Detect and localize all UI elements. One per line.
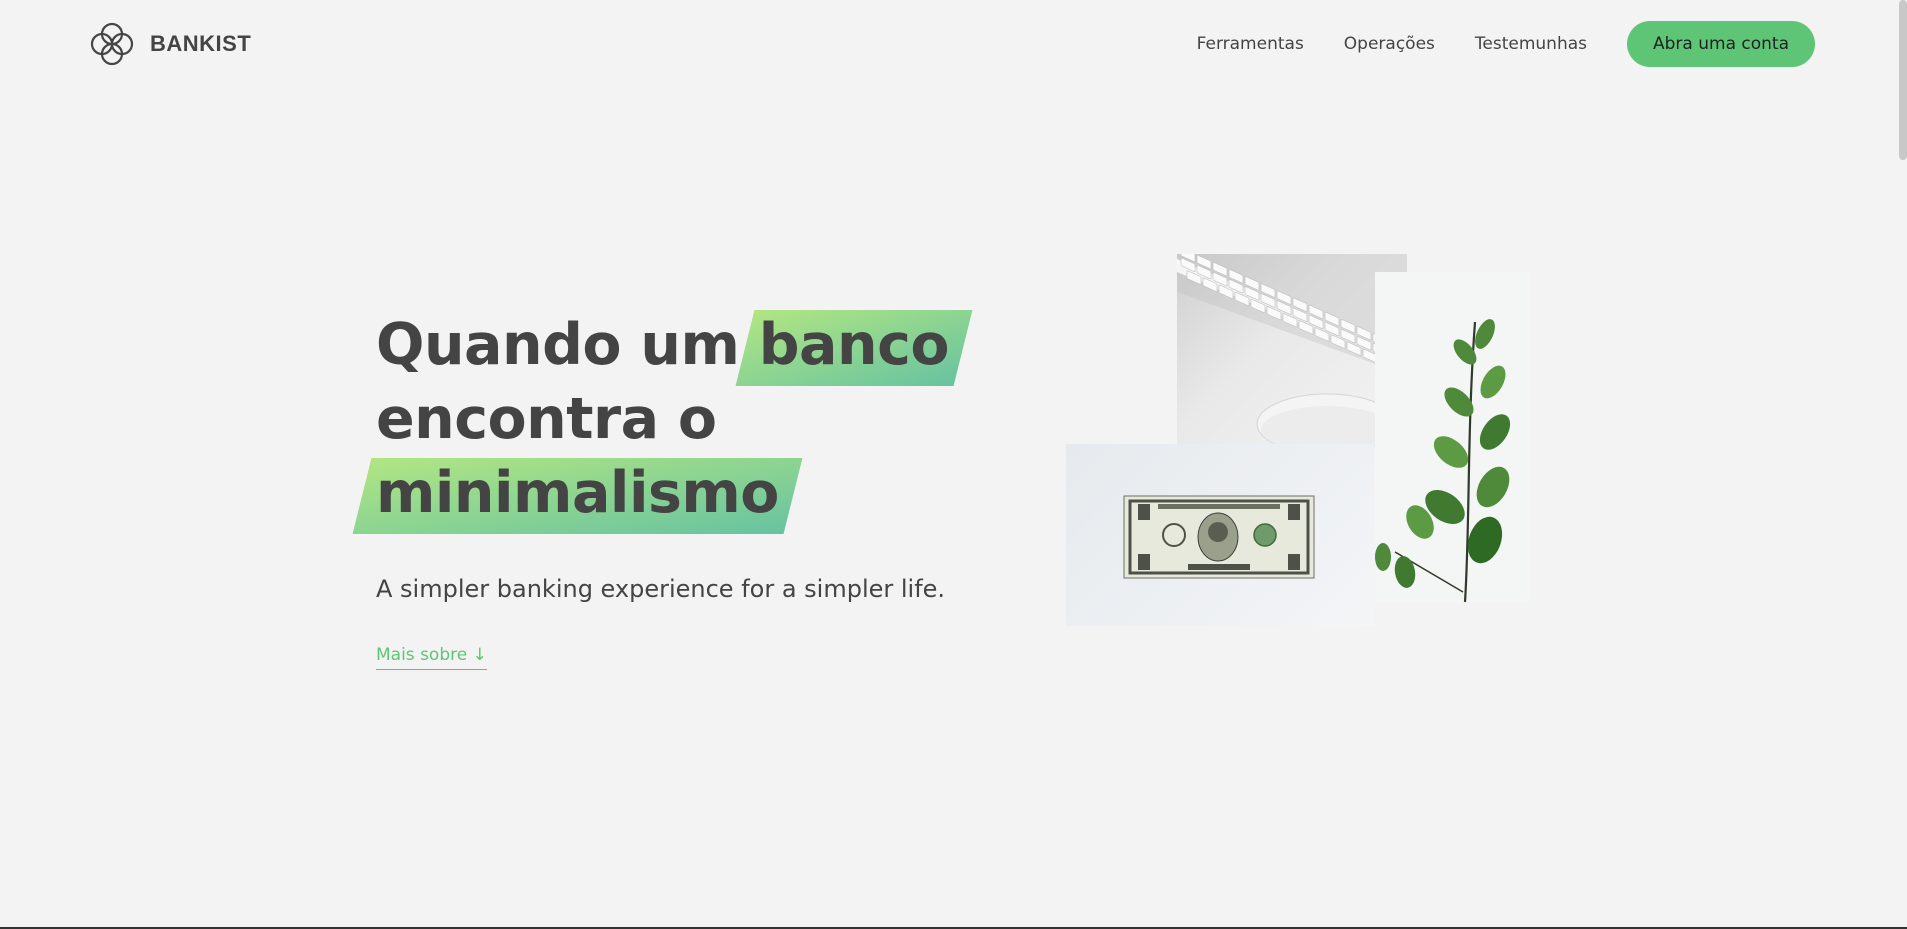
hero-subtitle: A simpler banking experience for a simpl… <box>376 575 946 603</box>
page: BANKIST Ferramentas Operações Testemunha… <box>0 0 1907 929</box>
plant-photo <box>1375 272 1529 602</box>
learn-more-link[interactable]: Mais sobre ↓ <box>376 645 487 670</box>
keyboard-mouse-photo <box>1177 254 1407 470</box>
hero-title-line-3: minimalismo <box>376 456 949 530</box>
hero-title-text-1: Quando um <box>376 312 740 378</box>
hero-highlight-banco: banco <box>759 308 950 382</box>
dollar-bill-photo <box>1066 444 1374 626</box>
hero-image <box>1066 254 1529 626</box>
hero-title-line-1: Quando um banco <box>376 308 950 382</box>
nav-link-operacoes[interactable]: Operações <box>1344 34 1435 54</box>
hero-title: Quando um banco encontra o minimalismo <box>376 308 950 530</box>
brand-name: BANKIST <box>150 31 252 56</box>
four-circles-logo-icon <box>90 22 134 66</box>
brand-logo[interactable]: BANKIST <box>88 20 251 68</box>
nav-link-testemunhas[interactable]: Testemunhas <box>1475 34 1587 54</box>
top-nav: BANKIST Ferramentas Operações Testemunha… <box>0 0 1907 88</box>
hero-highlight-minimalismo: minimalismo <box>376 456 779 530</box>
hero-title-line-2: encontra o <box>376 386 717 452</box>
nav-link-ferramentas[interactable]: Ferramentas <box>1197 34 1304 54</box>
page-scrollbar[interactable] <box>1899 0 1907 160</box>
open-account-button[interactable]: Abra uma conta <box>1627 21 1815 67</box>
nav-links: Ferramentas Operações Testemunhas Abra u… <box>1157 21 1815 67</box>
